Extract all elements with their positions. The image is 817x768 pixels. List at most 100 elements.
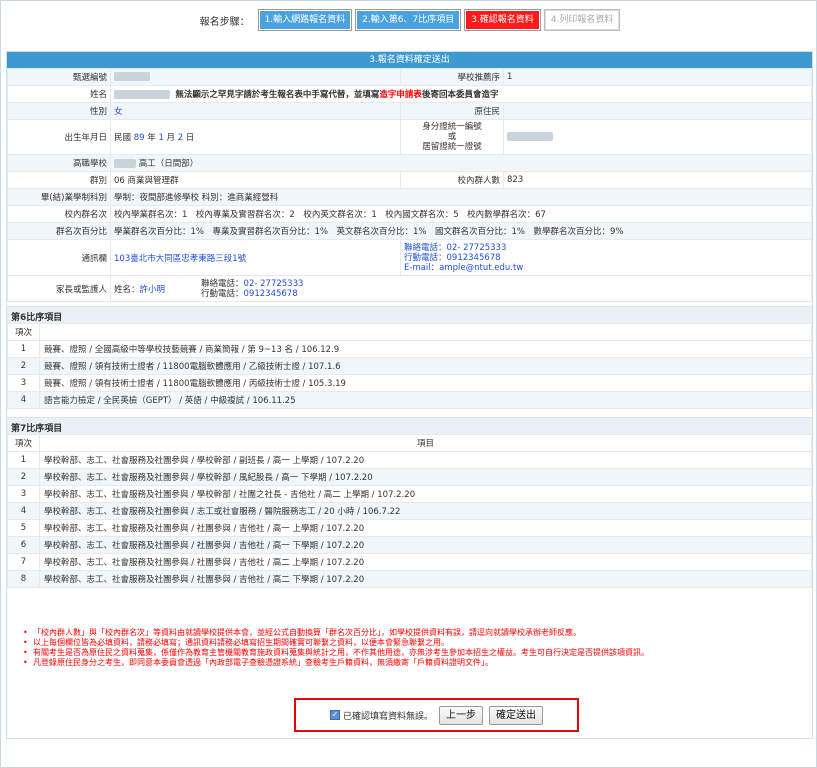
id-value <box>503 119 812 155</box>
birth-unit-day: 日 <box>183 133 195 143</box>
tel-value: 02- 27725333 <box>446 242 507 253</box>
confirm-box: ✓ 已確認填寫資料無誤。 上一步 確定送出 <box>294 698 579 732</box>
contact-block: 聯絡電話：02- 27725333 行動電話：0912345678 E-mail… <box>400 239 812 276</box>
school-count-label: 校內群人數 <box>400 171 504 189</box>
table-row: 5 學校幹部、志工、社會服務及社團參與 / 社團參與 / 吉他社 / 高一 上學期… <box>7 519 812 537</box>
row-text: 學校幹部、志工、社會服務及社團參與 / 社團參與 / 吉他社 / 高一 上學期 … <box>39 519 812 537</box>
birth-pre: 民國 <box>114 133 134 143</box>
row-no: 4 <box>7 391 40 409</box>
section-6-table: 項次 1 競賽、證照 / 全國高級中等學校技藝競賽 / 商業簡報 / 第 9~13… <box>7 323 812 409</box>
school-label: 高職學校 <box>7 154 111 172</box>
tel-label: 聯絡電話： <box>404 242 447 253</box>
g-tel-value: 02- 27725333 <box>243 278 304 289</box>
row-no: 5 <box>7 519 40 537</box>
row-text: 學校幹部、志工、社會服務及社團參與 / 學校幹部 / 副班長 / 高一 上學期 … <box>39 451 812 469</box>
mobile-value: 0912345678 <box>446 252 501 263</box>
section-7: 第7比序項目 項次 項目 1 學校幹部、志工、社會服務及社團參與 / 學校幹部 / … <box>7 417 812 588</box>
submit-button[interactable]: 確定送出 <box>489 705 543 725</box>
row-text: 學校幹部、志工、社會服務及社團參與 / 社團參與 / 吉他社 / 高二 上學期 … <box>39 553 812 571</box>
step-4: 4.列印報名資料 <box>543 9 621 31</box>
row-text: 語言能力檢定 / 全民英檢（GEPT） / 英語 / 中級複試 / 106.11… <box>39 391 812 409</box>
mobile-line: 行動電話：0912345678 <box>404 253 808 263</box>
exam-no-value <box>110 68 401 86</box>
redacted-block <box>507 132 553 141</box>
row-text: 學校幹部、志工、社會服務及社團參與 / 志工或社會服務 / 醫院服務志工 / 2… <box>39 502 812 520</box>
step-3-current[interactable]: 3.確認報名資料 <box>464 9 541 31</box>
section-6: 第6比序項目 項次 1 競賽、證照 / 全國高級中等學校技藝競賽 / 商業簡報 /… <box>7 306 812 409</box>
aborigine-value <box>503 102 812 120</box>
guardian-label: 家長或監護人 <box>7 275 111 302</box>
row-no: 7 <box>7 553 40 571</box>
rank-label: 校內群名次 <box>7 205 111 223</box>
name-value: 無法顯示之罕見字請於考生報名表中手寫代替，並填寫造字申請表後寄回本委員會造字 <box>110 85 812 103</box>
redacted-block <box>114 72 150 81</box>
check-icon[interactable]: ✓ <box>329 710 340 720</box>
redacted-block <box>114 90 170 99</box>
guardian-name-label: 姓名： <box>114 284 140 295</box>
row-text: 競賽、證照 / 全國高級中等學校技藝競賽 / 商業簡報 / 第 9~13 名 /… <box>39 340 812 358</box>
step-2[interactable]: 2.輸入第6、7比序項目 <box>355 9 462 31</box>
row-no: 3 <box>7 374 40 392</box>
guardian-name-value: 許小明 <box>139 284 166 295</box>
birth-year: 89 <box>133 133 145 143</box>
addr-label: 通訊欄 <box>7 239 111 276</box>
row-no: 1 <box>7 340 40 358</box>
table-row: 4 語言能力檢定 / 全民英檢（GEPT） / 英語 / 中級複試 / 106.1… <box>7 391 812 409</box>
page-frame: 報名步驟： 1.輸入網路報名資料 2.輸入第6、7比序項目 3.確認報名資料 4… <box>0 0 817 768</box>
row-no: 3 <box>7 485 40 503</box>
name-notice: 無法顯示之罕見字請於考生報名表中手寫代替，並填寫 <box>175 90 380 100</box>
panel-title: 3.報名資料確定送出 <box>7 52 812 68</box>
row-no: 4 <box>7 502 40 520</box>
row-no: 6 <box>7 536 40 554</box>
info-table: 甄選編號 學校推薦序 1 姓名 無法顯示之罕見字請於考生報名表中手寫代替，並填寫… <box>7 68 812 302</box>
row-text: 競賽、證照 / 領有技術士證者 / 11800電腦軟體應用 / 丙級技術士證 /… <box>39 374 812 392</box>
table-row: 8 學校幹部、志工、社會服務及社團參與 / 社團參與 / 吉他社 / 高二 下學期… <box>7 570 812 588</box>
g-tel-label: 聯絡電話： <box>201 278 244 289</box>
rank-value: 校內學業群名次：1 校內專業及實習群名次：2 校內英文群名次：1 校內國文群名次… <box>110 205 812 223</box>
birth-value: 民國 89 年 1 月 2 日 <box>110 119 401 155</box>
school-rec-label: 學校推薦序 <box>400 68 504 86</box>
confirm-checkbox[interactable]: ✓ 已確認填寫資料無誤。 <box>329 709 433 722</box>
mobile-label: 行動電話： <box>404 252 447 263</box>
col-item-empty <box>39 323 812 341</box>
row-text: 學校幹部、志工、社會服務及社團參與 / 社團參與 / 吉他社 / 高二 下學期 … <box>39 570 812 588</box>
section-7-title: 第7比序項目 <box>7 418 812 434</box>
grad-label: 畢(結)業學制科別 <box>7 188 111 206</box>
guardian-value: 姓名：許小明 聯絡電話：02- 27725333 行動電話：0912345678 <box>110 275 812 302</box>
id-label-2: 或 <box>447 132 457 142</box>
aborigine-label: 原住民 <box>400 102 504 120</box>
gender-label: 性別 <box>7 102 111 120</box>
step-1[interactable]: 1.輸入網路報名資料 <box>257 9 353 31</box>
table-row: 2 競賽、證照 / 領有技術士證者 / 11800電腦軟體應用 / 乙級技術士證 … <box>7 357 812 375</box>
note-item: 以上每個欄位皆為必填資料，請務必填寫；通訊資料請務必填寫招生期間確實可聯繫之資料… <box>23 638 803 648</box>
email-line: E-mail：ample@ntut.edu.tw <box>404 263 808 273</box>
pct-value: 學業群名次百分比：1% 專業及實習群名次百分比：1% 英文群名次百分比：1% 國… <box>110 222 812 240</box>
table-row: 4 學校幹部、志工、社會服務及社團參與 / 志工或社會服務 / 醫院服務志工 / … <box>7 502 812 520</box>
section-7-table: 項次 項目 1 學校幹部、志工、社會服務及社團參與 / 學校幹部 / 副班長 / 高… <box>7 434 812 588</box>
row-text: 學校幹部、志工、社會服務及社團參與 / 社團參與 / 吉他社 / 高一 下學期 … <box>39 536 812 554</box>
name-label: 姓名 <box>7 85 111 103</box>
table-row: 3 競賽、證照 / 領有技術士證者 / 11800電腦軟體應用 / 丙級技術士證 … <box>7 374 812 392</box>
step-bar: 報名步驟： 1.輸入網路報名資料 2.輸入第6、7比序項目 3.確認報名資料 4… <box>1 7 817 33</box>
table-row: 1 學校幹部、志工、社會服務及社團參與 / 學校幹部 / 副班長 / 高一 上學期… <box>7 451 812 469</box>
row-text: 競賽、證照 / 領有技術士證者 / 11800電腦軟體應用 / 乙級技術士證 /… <box>39 357 812 375</box>
g-mobile-value: 0912345678 <box>243 288 298 299</box>
birth-label: 出生年月日 <box>7 119 111 155</box>
guardian-contact: 聯絡電話：02- 27725333 行動電話：0912345678 <box>201 279 303 299</box>
note-item: 「校內群人數」與「校內群名次」等資料由就讀學校提供本會，並經公式自動換算「群名次… <box>23 628 803 638</box>
table-row: 7 學校幹部、志工、社會服務及社團參與 / 社團參與 / 吉他社 / 高二 上學期… <box>7 553 812 571</box>
id-label: 身分證統一編號或居留證統一證號 <box>400 119 504 155</box>
prev-button[interactable]: 上一步 <box>439 705 483 725</box>
char-request-link[interactable]: 造字申請表 <box>379 90 422 100</box>
col-no: 項次 <box>7 434 40 452</box>
id-label-1: 身分證統一編號 <box>422 122 482 132</box>
school-count-value: 823 <box>503 171 812 189</box>
table-row: 6 學校幹部、志工、社會服務及社團參與 / 社團參與 / 吉他社 / 高一 下學期… <box>7 536 812 554</box>
row-no: 2 <box>7 357 40 375</box>
gender-value: 女 <box>110 102 401 120</box>
birth-unit-month: 月 <box>163 133 178 143</box>
steps-label: 報名步驟： <box>199 16 250 28</box>
section-6-title: 第6比序項目 <box>7 307 812 323</box>
col-no: 項次 <box>7 323 40 341</box>
g-mobile-label: 行動電話： <box>201 288 244 299</box>
